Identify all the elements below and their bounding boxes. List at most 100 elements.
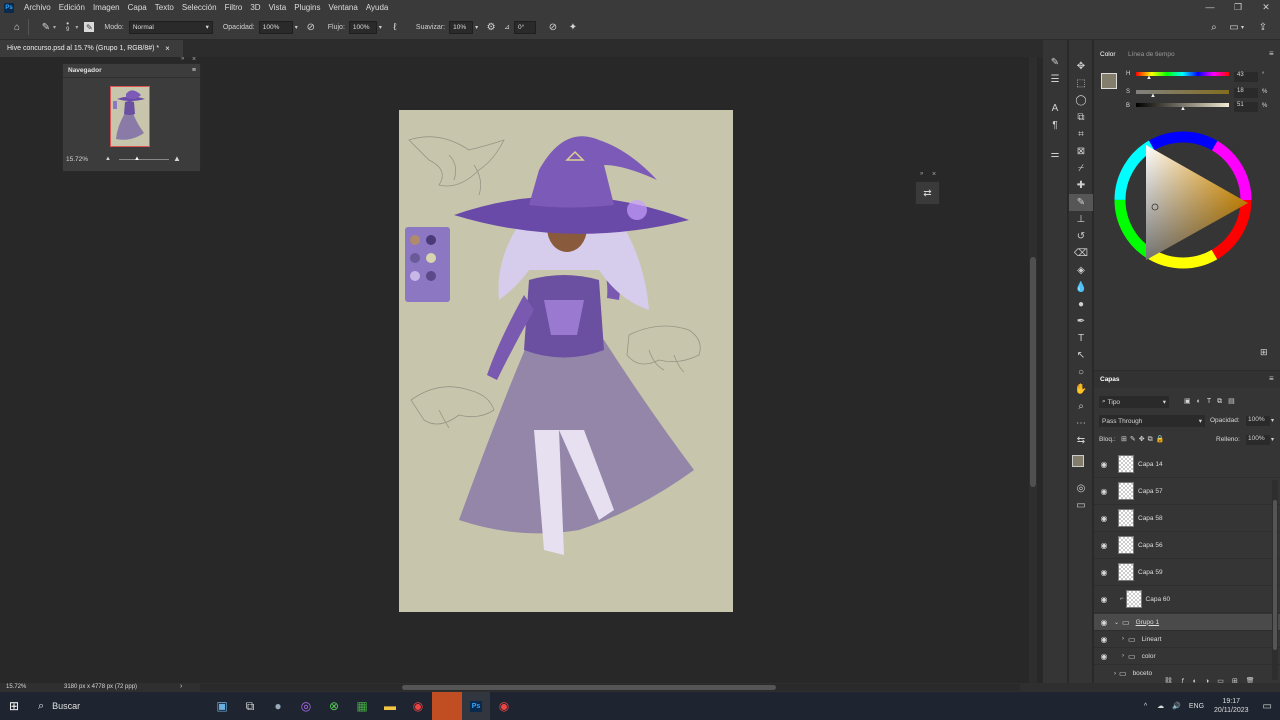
screen-mode-icon[interactable]: ▭ — [1069, 497, 1093, 514]
eye-icon[interactable]: ◉ — [1094, 618, 1114, 627]
foreground-color-swatch[interactable] — [1072, 455, 1084, 467]
workspace-icon[interactable]: ▭ — [1227, 20, 1241, 34]
document-canvas[interactable] — [399, 110, 733, 612]
dodge-tool-icon[interactable]: ● — [1069, 296, 1093, 313]
add-color-icon[interactable]: ⊞ — [1260, 347, 1268, 358]
layer-filter-icons[interactable]: ▣◐T⧉▤ — [1184, 397, 1241, 406]
app-icon[interactable]: ● — [264, 692, 292, 720]
tab-color[interactable]: Color — [1100, 51, 1116, 58]
brightness-value[interactable]: 51 — [1234, 102, 1258, 112]
task-view-icon[interactable]: ⧉ — [236, 692, 264, 720]
scrollbar-thumb[interactable] — [1030, 257, 1036, 487]
menu-texto[interactable]: Texto — [151, 3, 178, 12]
chevron-down-icon[interactable]: ▾ — [1241, 24, 1244, 31]
menu-edicion[interactable]: Edición — [55, 3, 89, 12]
chevron-down-icon[interactable]: ▾ — [1271, 417, 1274, 424]
history-brush-icon[interactable]: ↺ — [1069, 228, 1093, 245]
eye-icon[interactable]: ◉ — [1094, 595, 1114, 604]
zoom-in-icon[interactable]: ▲ — [173, 154, 181, 163]
widget-icon[interactable]: ▣ — [208, 692, 236, 720]
frame-tool-icon[interactable]: ⊠ — [1069, 143, 1093, 160]
layers-scrollbar[interactable] — [1272, 480, 1278, 680]
saturation-value[interactable]: 18 — [1234, 88, 1258, 98]
type-tool-icon[interactable]: T — [1069, 330, 1093, 347]
color-wheel[interactable] — [1103, 120, 1271, 271]
menu-imagen[interactable]: Imagen — [89, 3, 124, 12]
clock[interactable]: 19:17 20/11/2023 — [1214, 697, 1249, 715]
menu-vista[interactable]: Vista — [265, 3, 291, 12]
properties-mini-panel-icon[interactable]: ⇄ — [915, 181, 940, 205]
eye-icon[interactable]: ◉ — [1094, 541, 1114, 550]
language-indicator[interactable]: ENG — [1189, 703, 1204, 710]
lock-icons[interactable]: ⊞✎✥⧉🔒 — [1121, 435, 1167, 444]
status-zoom[interactable]: 15.72% — [6, 684, 26, 690]
eye-icon[interactable]: ◉ — [1094, 514, 1114, 523]
close-icon[interactable]: × — [932, 171, 936, 178]
brush-settings-icon[interactable]: ✎ — [84, 22, 95, 32]
marquee-tool-icon[interactable]: ⬚ — [1069, 75, 1093, 92]
path-selection-icon[interactable]: ↖ — [1069, 347, 1093, 364]
mode-select[interactable]: Normal ▾ — [128, 20, 213, 34]
chevron-right-icon[interactable]: › — [1122, 636, 1124, 642]
eye-icon[interactable]: ◉ — [1094, 568, 1114, 577]
group-row[interactable]: ◉ › ▭ Lineart — [1094, 631, 1280, 648]
layer-row[interactable]: ◉ Capa 57 — [1094, 478, 1280, 505]
hue-value[interactable]: 43 — [1234, 72, 1258, 82]
navigator-thumbnail[interactable] — [110, 86, 150, 147]
menu-plugins[interactable]: Plugins — [290, 3, 324, 12]
tray-overflow-icon[interactable]: ^ — [1144, 703, 1147, 710]
paragraph-panel-icon[interactable]: ¶ — [1043, 117, 1067, 134]
panel-menu-icon[interactable]: ≡ — [1269, 49, 1274, 58]
blend-mode-select[interactable]: Pass Through ▾ — [1099, 415, 1205, 427]
chevron-down-icon[interactable]: ▾ — [75, 24, 78, 31]
menu-3d[interactable]: 3D — [246, 3, 264, 12]
quick-mask-icon[interactable]: ◎ — [1069, 480, 1093, 497]
eye-icon[interactable]: ◉ — [1094, 635, 1114, 644]
menu-ayuda[interactable]: Ayuda — [362, 3, 393, 12]
adjustments-panel-icon[interactable]: ☰ — [1043, 71, 1067, 88]
layer-filter-select[interactable]: ⌕ Tipo ▾ — [1099, 396, 1169, 408]
tab-timeline[interactable]: Línea de tiempo — [1128, 51, 1175, 58]
canvas-horizontal-scrollbar[interactable] — [200, 684, 1020, 691]
stamp-tool-icon[interactable]: ⊥ — [1069, 211, 1093, 228]
notification-icon[interactable]: ▭ — [1263, 701, 1272, 712]
chevron-down-icon[interactable]: ▾ — [475, 24, 478, 31]
menu-filtro[interactable]: Filtro — [221, 3, 247, 12]
cloud-icon[interactable]: ☁ — [1157, 702, 1164, 710]
menu-capa[interactable]: Capa — [124, 3, 151, 12]
chevron-down-icon[interactable]: ⌄ — [1114, 619, 1119, 626]
brush-tool-icon[interactable]: ✎ — [39, 20, 53, 34]
restore-button[interactable]: ❐ — [1224, 2, 1252, 13]
panel-menu-icon[interactable]: ≡ — [1269, 374, 1274, 383]
more-tools-icon[interactable]: ⋯ — [1069, 415, 1093, 432]
layer-row[interactable]: ◉ Capa 59 — [1094, 559, 1280, 586]
fill-value[interactable]: 100% — [1246, 435, 1270, 445]
hand-tool-icon[interactable]: ✋ — [1069, 381, 1093, 398]
swap-colors-icon[interactable]: ⇆ — [1069, 432, 1093, 449]
gear-icon[interactable]: ⚙ — [484, 20, 498, 34]
eye-icon[interactable]: ◉ — [1094, 460, 1114, 469]
flow-input[interactable]: 100% — [348, 20, 377, 34]
ellipse-tool-icon[interactable]: ○ — [1069, 364, 1093, 381]
chrome-profile-icon[interactable]: ◉ — [490, 692, 518, 720]
document-tab[interactable]: Hive concurso.psd al 15.7% (Grupo 1, RGB… — [0, 40, 183, 57]
group-row[interactable]: ◉ › ▭ color — [1094, 648, 1280, 665]
angle-input[interactable]: 0° — [514, 20, 536, 34]
zoom-slider[interactable] — [119, 159, 169, 160]
chevron-right-icon[interactable]: › — [1114, 671, 1116, 677]
pressure-size-icon[interactable]: ⊘ — [546, 20, 560, 34]
symmetry-icon[interactable]: ✦ — [566, 20, 580, 34]
home-icon[interactable]: ⌂ — [10, 20, 24, 34]
taskbar-search[interactable]: ⌕ Buscar — [28, 692, 218, 720]
character-panel-icon[interactable]: A — [1043, 100, 1067, 117]
saturation-slider-handle[interactable]: ▲ — [1150, 93, 1156, 99]
pressure-opacity-icon[interactable]: ⊘ — [304, 20, 318, 34]
eye-icon[interactable]: ◉ — [1094, 652, 1114, 661]
brushes-panel-icon[interactable]: ✎ — [1043, 54, 1067, 71]
zoom-slider-handle[interactable]: ▲ — [134, 156, 140, 162]
move-tool-icon[interactable]: ✥ — [1069, 58, 1093, 75]
opacity-input[interactable]: 100% — [258, 20, 293, 34]
menu-archivo[interactable]: Archivo — [20, 3, 55, 12]
zoom-tool-icon[interactable]: ⌕ — [1069, 398, 1093, 415]
foreground-color-preview[interactable] — [1101, 73, 1117, 89]
